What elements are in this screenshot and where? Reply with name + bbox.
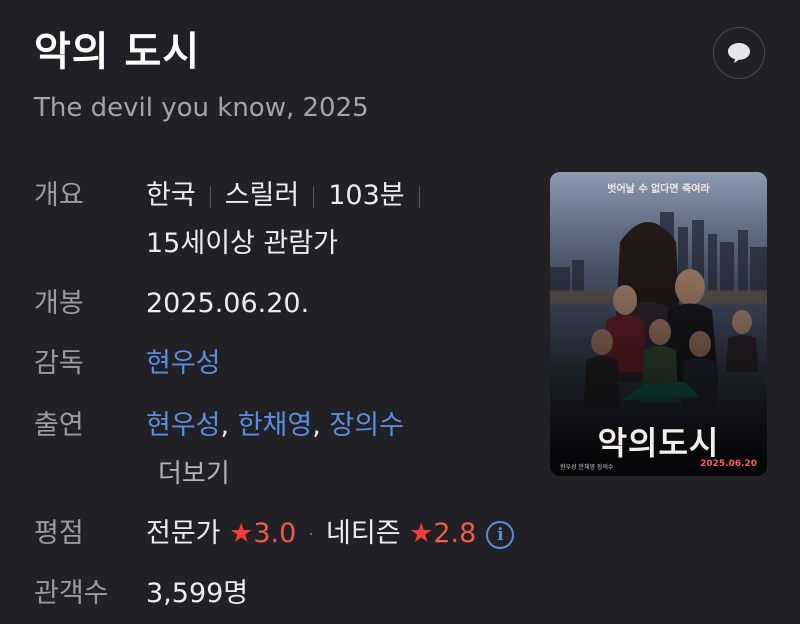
divider [209, 185, 211, 208]
release-date-value: 2025.06.20. [146, 288, 310, 319]
release-row: 개봉 2025.06.20. [34, 284, 309, 324]
cast-row: 출연 현우성, 한채영, 장의수 더보기 [34, 406, 404, 494]
overview-row: 개요 한국 스릴러 103분 15세이상 관람가 [34, 176, 434, 264]
cast-link[interactable]: 한채영 [238, 410, 313, 441]
director-link[interactable]: 현우성 [146, 344, 221, 384]
movie-subtitle: The devil you know, 2025 [34, 93, 369, 123]
more-cast-button[interactable]: 더보기 [158, 454, 404, 494]
release-label: 개봉 [34, 288, 84, 319]
poster-credits: 현우성 한채영 장의수 [560, 464, 614, 471]
critic-score: 3.0 [253, 518, 297, 549]
movie-title: 악의 도시 [34, 29, 201, 75]
score-label: 평점 [34, 518, 84, 549]
dot-separator: · [308, 523, 315, 545]
comma: , [312, 410, 330, 441]
poster-tagline: 벗어날 수 없다면 죽여라 [607, 184, 710, 195]
runtime-value: 103분 [328, 180, 405, 211]
divider [313, 185, 315, 208]
audience-label: 관객수 [34, 578, 109, 609]
audience-value: 3,599명 [146, 578, 249, 609]
cast-link[interactable]: 장의수 [329, 410, 404, 441]
score-row: 평점 전문가 ★3.0 · 네티즌 ★2.8 i [34, 514, 515, 555]
star-icon: ★ [409, 518, 434, 549]
audience-row: 관객수 3,599명 [34, 574, 248, 614]
director-label: 감독 [34, 348, 84, 379]
speech-bubble-icon [728, 43, 750, 63]
netizen-score: 2.8 [433, 518, 477, 549]
comma: , [220, 410, 238, 441]
star-icon: ★ [229, 518, 254, 549]
talk-button[interactable] [713, 27, 765, 79]
poster-date: 2025.06.20 [700, 459, 757, 469]
divider [418, 185, 420, 208]
country-value: 한국 [146, 180, 196, 211]
genre-value: 스릴러 [224, 180, 300, 211]
info-circle-icon[interactable]: i [486, 520, 515, 549]
director-row: 감독 현우성 [34, 344, 221, 384]
movie-poster[interactable]: 벗어날 수 없다면 죽여라 악의도시 현우성 한채영 장의수 2025.06.2… [550, 172, 767, 476]
cast-label: 출연 [34, 410, 84, 441]
age-rating-value: 15세이상 관람가 [146, 228, 338, 259]
critic-label: 전문가 [146, 518, 221, 549]
overview-label: 개요 [34, 180, 84, 211]
cast-link[interactable]: 현우성 [146, 410, 221, 441]
poster-title: 악의도시 [597, 424, 720, 462]
netizen-label: 네티즌 [326, 518, 401, 549]
